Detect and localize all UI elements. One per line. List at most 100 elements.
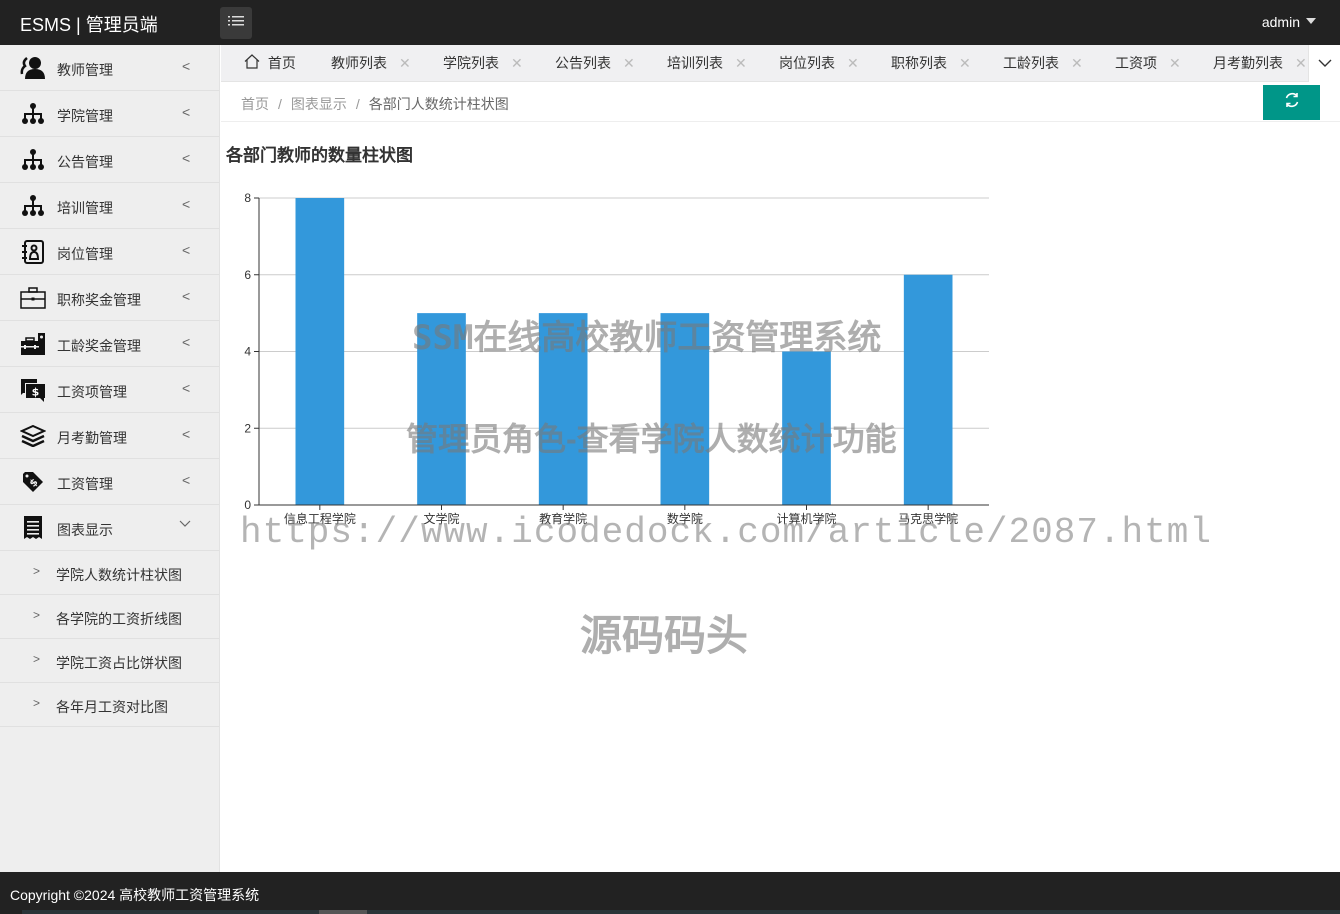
contact-book-icon	[20, 240, 46, 264]
sidebar-subitem-monthly-compare[interactable]: > 各年月工资对比图	[0, 683, 219, 727]
tab-seniority-list[interactable]: 工龄列表 ✕	[1003, 45, 1083, 82]
dollar-chat-icon: $	[20, 378, 46, 402]
tab-attendance-list[interactable]: 月考勤列表 ✕	[1213, 45, 1307, 82]
x-tick-label: 马克思学院	[898, 511, 958, 526]
sidebar-item-seniority-bonus[interactable]: 工龄奖金管理 <	[0, 321, 219, 367]
bar-信息工程学院	[295, 198, 345, 505]
close-icon[interactable]: ✕	[847, 55, 859, 71]
close-icon[interactable]: ✕	[1295, 55, 1307, 71]
watermark-brand: 源码码头	[580, 612, 749, 659]
app-logo: ESMS | 管理员端	[20, 15, 158, 35]
close-icon[interactable]: ✕	[959, 55, 971, 71]
y-tick-label: 6	[244, 268, 251, 282]
tab-title-list[interactable]: 职称列表 ✕	[891, 45, 971, 82]
tab-label: 公告列表	[555, 55, 611, 71]
sidebar-item-position[interactable]: 岗位管理 <	[0, 229, 219, 275]
chevron-left-icon: <	[182, 150, 191, 166]
sidebar-subitem-label: 各年月工资对比图	[56, 699, 168, 715]
breadcrumb-separator: /	[355, 96, 360, 112]
sidebar-subitem-salary-line[interactable]: > 各学院的工资折线图	[0, 595, 219, 639]
tab-label: 教师列表	[331, 55, 387, 71]
user-menu[interactable]: admin	[1262, 14, 1316, 30]
refresh-button[interactable]	[1263, 85, 1320, 120]
close-icon[interactable]: ✕	[735, 55, 747, 71]
tab-training-list[interactable]: 培训列表 ✕	[667, 45, 747, 82]
chevron-left-icon: <	[182, 334, 191, 350]
home-icon	[244, 54, 264, 71]
sidebar-item-training[interactable]: 培训管理 <	[0, 183, 219, 229]
receipt-icon	[20, 516, 46, 540]
horizontal-scrollbar[interactable]	[22, 910, 1340, 914]
sidebar-item-charts[interactable]: 图表显示	[0, 505, 219, 551]
close-icon[interactable]: ✕	[623, 55, 635, 71]
copyright-text: Copyright ©2024 高校教师工资管理系统	[10, 887, 260, 903]
chevron-right-icon: >	[33, 652, 41, 666]
chevron-left-icon: <	[182, 380, 191, 396]
breadcrumb-home[interactable]: 首页	[241, 96, 269, 112]
sidebar-item-salary[interactable]: $ 工资管理 <	[0, 459, 219, 505]
y-tick-label: 0	[244, 498, 251, 512]
close-icon[interactable]: ✕	[399, 55, 411, 71]
sidebar-item-label: 工资管理	[57, 476, 113, 492]
sidebar-item-attendance[interactable]: 月考勤管理 <	[0, 413, 219, 459]
tab-label: 首页	[267, 55, 296, 71]
chevron-left-icon: <	[182, 426, 191, 442]
tab-teacher-list[interactable]: 教师列表 ✕	[331, 45, 411, 82]
sidebar-item-label: 学院管理	[57, 108, 113, 124]
menu-toggle-button[interactable]	[220, 7, 252, 39]
close-icon[interactable]: ✕	[1169, 55, 1181, 71]
x-tick-label: 数学院	[667, 511, 703, 526]
chevron-down-icon	[179, 515, 191, 531]
sidebar-item-college[interactable]: 学院管理 <	[0, 91, 219, 137]
svg-text:$: $	[32, 386, 40, 399]
close-icon[interactable]: ✕	[511, 55, 523, 71]
sidebar-item-teacher[interactable]: 教师管理 <	[0, 45, 219, 91]
chevron-left-icon: <	[182, 104, 191, 120]
breadcrumb-bar: 首页 / 图表显示 / 各部门人数统计柱状图	[221, 82, 1340, 122]
refresh-icon	[1283, 91, 1301, 114]
sidebar-item-label: 职称奖金管理	[57, 292, 141, 308]
breadcrumb-current: 各部门人数统计柱状图	[368, 96, 509, 112]
x-tick-label: 信息工程学院	[284, 511, 356, 526]
tab-notice-list[interactable]: 公告列表 ✕	[555, 45, 635, 82]
close-icon[interactable]: ✕	[1071, 55, 1083, 71]
breadcrumb: 首页 / 图表显示 / 各部门人数统计柱状图	[241, 94, 509, 114]
price-tag-icon: $	[20, 470, 46, 494]
tab-position-list[interactable]: 岗位列表 ✕	[779, 45, 859, 82]
breadcrumb-charts[interactable]: 图表显示	[291, 96, 347, 112]
layers-icon	[20, 424, 46, 448]
scrollbar-thumb[interactable]	[319, 910, 367, 914]
y-tick-label: 8	[244, 191, 251, 205]
sitemap-icon	[20, 148, 46, 172]
tab-label: 学院列表	[443, 55, 499, 71]
toolbox-icon	[20, 332, 46, 356]
chevron-left-icon: <	[182, 288, 191, 304]
x-tick-label: 文学院	[423, 511, 459, 526]
sidebar-subitem-salary-pie[interactable]: > 学院工资占比饼状图	[0, 639, 219, 683]
tab-salary-item[interactable]: 工资项 ✕	[1115, 45, 1181, 82]
sidebar-subitem-label: 学院人数统计柱状图	[56, 567, 182, 583]
chevron-down-icon	[1318, 55, 1332, 73]
breadcrumb-separator: /	[278, 96, 282, 112]
bar-马克思学院	[903, 274, 953, 505]
sidebar-item-label: 公告管理	[57, 154, 113, 170]
sidebar-item-label: 岗位管理	[57, 246, 113, 262]
tab-label: 工资项	[1115, 55, 1157, 71]
sidebar-item-title-bonus[interactable]: 职称奖金管理 <	[0, 275, 219, 321]
sidebar-item-label: 工资项管理	[57, 384, 127, 400]
tabs-more-button[interactable]	[1308, 45, 1340, 82]
bar-数学院	[660, 313, 710, 505]
tab-home[interactable]: 首页	[244, 45, 296, 82]
sidebar-item-label: 培训管理	[57, 200, 113, 216]
sidebar-subitem-label: 学院工资占比饼状图	[56, 655, 182, 671]
sidebar-subitem-college-count-bar[interactable]: > 学院人数统计柱状图	[0, 551, 219, 595]
sidebar-item-salary-item[interactable]: $ 工资项管理 <	[0, 367, 219, 413]
tab-college-list[interactable]: 学院列表 ✕	[443, 45, 523, 82]
chevron-left-icon: <	[182, 58, 191, 74]
chart-title: 各部门教师的数量柱状图	[226, 146, 413, 165]
tab-bar: 首页 教师列表 ✕ 学院列表 ✕ 公告列表 ✕ 培训列表 ✕ 岗位列表 ✕ 职称列表 ✕ 工…	[221, 45, 1340, 82]
sidebar-item-notice[interactable]: 公告管理 <	[0, 137, 219, 183]
sitemap-icon	[20, 194, 46, 218]
sidebar-item-label: 工龄奖金管理	[57, 338, 141, 354]
username: admin	[1261, 14, 1300, 30]
